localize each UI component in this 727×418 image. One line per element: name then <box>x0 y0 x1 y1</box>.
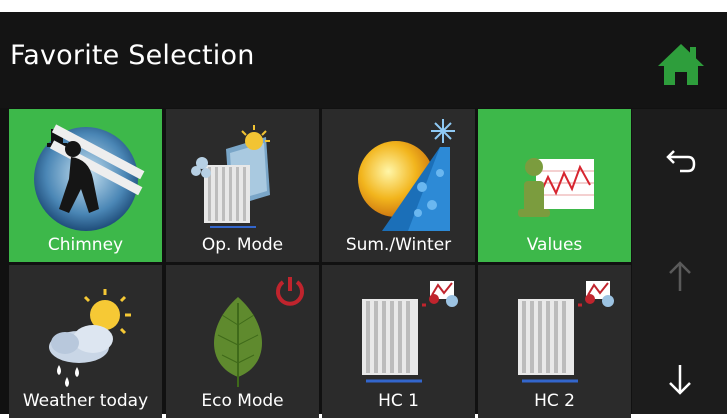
side-navigation <box>632 109 727 414</box>
tile-hc-1[interactable]: HC 1 <box>322 265 475 418</box>
tile-label: Chimney <box>47 235 124 255</box>
home-icon <box>658 44 704 85</box>
tile-label: HC 1 <box>378 391 419 411</box>
tile-summer-winter[interactable]: Sum./Winter <box>322 109 475 262</box>
tile-label: Sum./Winter <box>345 235 452 255</box>
tile-label: Weather today <box>22 391 149 411</box>
home-button[interactable] <box>653 36 709 92</box>
header-bar: Favorite Selection <box>0 12 727 108</box>
favorites-grid: Chimney Op. Mode Sum./Winter Values Weat… <box>9 109 632 418</box>
tile-label: HC 2 <box>534 391 575 411</box>
favorite-selection-screen: Favorite Selection Chimney Op. Mode Sum.… <box>0 12 727 418</box>
tile-label: Eco Mode <box>201 391 284 411</box>
tile-eco-mode[interactable]: Eco Mode <box>166 265 319 418</box>
back-button[interactable] <box>662 145 698 185</box>
tile-weather-today[interactable]: Weather today <box>9 265 162 418</box>
tile-label: Values <box>526 235 583 255</box>
scroll-up-button[interactable] <box>662 257 698 297</box>
back-icon <box>666 150 696 173</box>
scroll-down-button[interactable] <box>662 359 698 399</box>
arrow-down-icon <box>669 365 691 395</box>
tile-op-mode[interactable]: Op. Mode <box>166 109 319 262</box>
tile-values[interactable]: Values <box>478 109 631 262</box>
tile-hc-2[interactable]: HC 2 <box>478 265 631 418</box>
tile-chimney[interactable]: Chimney <box>9 109 162 262</box>
arrow-up-icon <box>669 261 691 291</box>
tile-label: Op. Mode <box>201 235 284 255</box>
power-icon <box>276 277 304 306</box>
page-title: Favorite Selection <box>10 40 255 71</box>
